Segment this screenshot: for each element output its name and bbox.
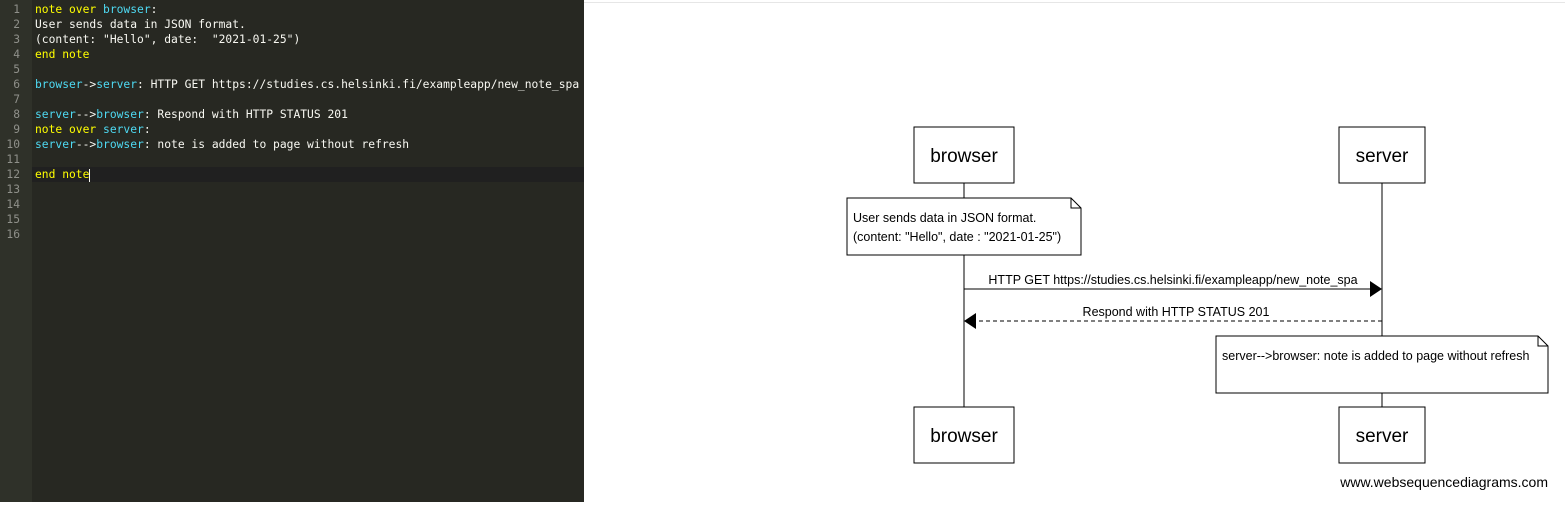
code-token: note over [35,123,104,136]
participant-browser-label: browser [930,146,998,167]
code-line[interactable]: 7 [0,92,584,107]
code-token: browser [103,3,151,16]
code-token: : HTTP GET https://studies.cs.helsinki.f… [137,78,580,91]
participant-browser-bottom: browser [913,406,1015,464]
line-number: 8 [13,108,20,121]
watermark-link[interactable]: www.websequencediagrams.com [1339,474,1548,490]
code-token: server [96,78,138,91]
code-token: server [103,123,144,136]
code-token: : note is added to page without refresh [143,138,410,151]
line-number: 11 [6,153,20,166]
line-number: 5 [13,63,20,76]
line-number: 3 [13,33,20,46]
line-number: 14 [6,198,20,211]
code-line[interactable]: 1 note over browser: [0,2,584,17]
line-number: 9 [13,123,20,136]
code-token: --> [75,138,97,151]
participant-server-top: server [1338,126,1426,184]
line-number: 7 [13,93,20,106]
line-number: 16 [6,228,20,241]
code-token: browser [35,78,83,91]
code-token: browser [96,108,144,121]
code-line[interactable]: 2 User sends data in JSON format. [0,17,584,32]
code-line[interactable]: 8 server-->browser: Respond with HTTP STA… [0,107,584,122]
code-token: User sends data in JSON format. [35,18,246,31]
text-cursor [89,168,91,182]
line-number: 13 [6,183,20,196]
note-over-server: server-->browser: note is added to page … [1215,335,1549,394]
participant-browser-bottom-label: browser [930,426,998,447]
line-number: 10 [6,138,20,151]
line-code[interactable]: end note [35,167,91,182]
line-number: 12 [6,168,20,181]
code-token: : [150,3,158,16]
code-token: : Respond with HTTP STATUS 201 [143,108,348,121]
line-code[interactable]: User sends data in JSON format. [35,17,246,32]
line-number: 15 [6,213,20,226]
code-token: browser [96,138,144,151]
line-code[interactable]: server-->browser: Respond with HTTP STAT… [35,107,348,122]
line-code[interactable]: server-->browser: note is added to page … [35,137,409,152]
code-line[interactable]: 4 end note [0,47,584,62]
code-token: server [35,138,76,151]
code-line[interactable]: 5 [0,62,584,77]
diagram-canvas: browser server User sends data in JSON f… [846,126,1549,490]
participant-server-label: server [1356,146,1409,167]
code-token: note over [35,3,104,16]
participant-server-bottom: server [1338,406,1426,464]
code-line[interactable]: 12 end note [0,167,584,182]
code-line[interactable]: 11 [0,152,584,167]
divider [584,2,1565,3]
code-line[interactable]: 10 server-->browser: note is added to pag… [0,137,584,152]
code-token: end note [35,48,90,61]
line-code[interactable]: (content: "Hello", date: "2021-01-25") [35,32,300,47]
code-token: end note [35,168,90,181]
code-token: (content: "Hello", date: "2021-01-25") [35,33,301,46]
sequence-diagram: browser server User sends data in JSON f… [584,0,1565,502]
code-editor[interactable]: 1 note over browser: 2 User sends data in J… [0,0,584,502]
message-http-get-label: HTTP GET https://studies.cs.helsinki.fi/… [988,273,1357,287]
code-line[interactable]: 3 (content: "Hello", date: "2021-01-25") [0,32,584,47]
code-line[interactable]: 6 browser->server: HTTP GET https://studi… [0,77,584,92]
code-line[interactable]: 16 [0,227,584,242]
code-line[interactable]: 9 note over server: [0,122,584,137]
message-response: Respond with HTTP STATUS 201 [964,305,1382,329]
note2-text: server-->browser: note is added to page … [1222,349,1530,363]
line-number: 6 [13,78,20,91]
code-token: --> [75,108,97,121]
line-code[interactable]: note over server: [35,122,151,137]
line-code[interactable]: end note [35,47,89,62]
note1-line2: (content: "Hello", date : "2021-01-25") [853,230,1061,244]
line-code[interactable]: note over browser: [35,2,157,17]
code-token: -> [82,78,97,91]
line-number: 2 [13,18,20,31]
code-line[interactable]: 13 [0,182,584,197]
code-line[interactable]: 15 [0,212,584,227]
code-lines[interactable]: 1 note over browser: 2 User sends data in J… [0,2,584,242]
message-http-get: HTTP GET https://studies.cs.helsinki.fi/… [964,273,1382,297]
participant-server-bottom-label: server [1356,426,1409,447]
code-token: : [143,123,151,136]
message-response-label: Respond with HTTP STATUS 201 [1083,305,1270,319]
line-number: 4 [13,48,20,61]
code-line[interactable]: 14 [0,197,584,212]
code-token: server [35,108,76,121]
line-number: 1 [13,3,20,16]
participant-browser-top: browser [913,126,1015,184]
line-code[interactable]: browser->server: HTTP GET https://studie… [35,77,579,92]
note-over-browser: User sends data in JSON format. (content… [846,197,1082,256]
note1-line1: User sends data in JSON format. [853,211,1036,225]
